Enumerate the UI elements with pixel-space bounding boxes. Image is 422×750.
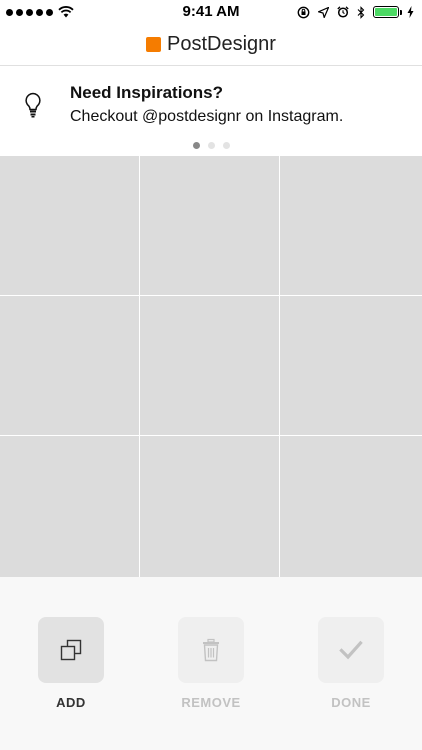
done-label: DONE xyxy=(331,695,371,710)
grid-cell[interactable] xyxy=(0,296,139,435)
done-action: DONE xyxy=(318,617,384,710)
nav-bar: PostDesignr xyxy=(0,24,422,66)
battery-icon xyxy=(373,6,402,18)
checkmark-icon xyxy=(339,640,363,660)
remove-label: REMOVE xyxy=(181,695,241,710)
app-title: PostDesignr xyxy=(167,33,276,55)
action-bar: ADD REMOVE DONE xyxy=(0,577,422,750)
grid-cell[interactable] xyxy=(140,296,279,435)
grid-cell[interactable] xyxy=(280,156,422,295)
add-action: ADD xyxy=(38,617,104,710)
post-grid xyxy=(0,156,422,577)
done-button[interactable] xyxy=(318,617,384,683)
remove-button[interactable] xyxy=(178,617,244,683)
add-button[interactable] xyxy=(38,617,104,683)
battery-tip xyxy=(400,10,402,15)
grid-cell[interactable] xyxy=(140,156,279,295)
status-bar: 9:41 AM xyxy=(0,0,422,24)
page-dot[interactable] xyxy=(207,142,215,149)
page-dot[interactable] xyxy=(222,142,230,149)
banner-title: Need Inspirations? xyxy=(70,83,224,102)
add-label: ADD xyxy=(56,695,86,710)
remove-action: REMOVE xyxy=(178,617,244,710)
grid-cell[interactable] xyxy=(0,156,139,295)
grid-cell[interactable] xyxy=(280,296,422,435)
grid-cell[interactable] xyxy=(140,436,279,577)
app-logo-icon xyxy=(146,37,162,52)
grid-cell[interactable] xyxy=(0,436,139,577)
trash-icon xyxy=(203,638,219,662)
copy-icon xyxy=(60,639,82,661)
page-indicator[interactable] xyxy=(0,142,422,149)
grid-cell[interactable] xyxy=(280,436,422,577)
page-dot-active[interactable] xyxy=(192,142,200,149)
inspiration-banner[interactable]: Need Inspirations? Checkout @postdesignr… xyxy=(0,66,422,156)
lightbulb-icon xyxy=(25,92,41,118)
banner-text: Checkout @postdesignr on Instagram. xyxy=(70,108,344,125)
battery-fill xyxy=(375,8,397,16)
status-time: 9:41 AM xyxy=(182,3,240,20)
